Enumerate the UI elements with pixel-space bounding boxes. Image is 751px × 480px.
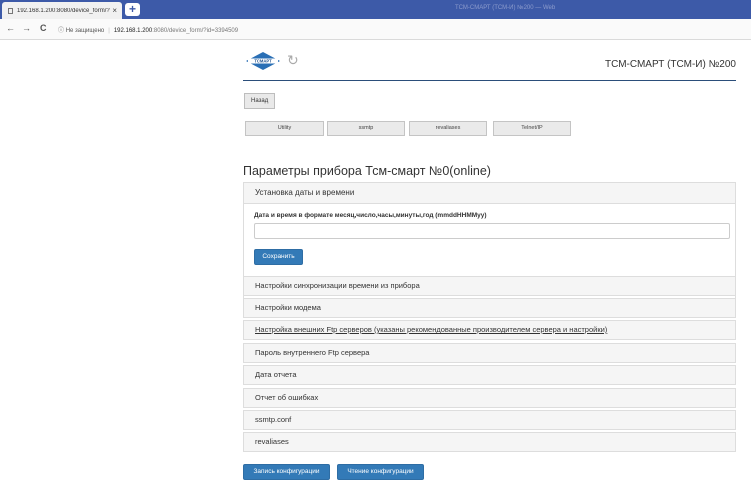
- utility-button[interactable]: Utility: [245, 121, 324, 136]
- section-ftp-password[interactable]: Пароль внутреннего Ftp сервера: [243, 343, 736, 363]
- logo-text: ТСМАРТ: [254, 59, 272, 64]
- revaliases-button[interactable]: revaliases: [409, 121, 487, 136]
- info-icon[interactable]: ⓘ: [58, 28, 64, 34]
- section-time-sync[interactable]: Настройки синхронизации времени из прибо…: [243, 276, 736, 296]
- write-config-button[interactable]: Запись конфигурации: [243, 464, 330, 480]
- reload-icon[interactable]: C: [40, 23, 47, 33]
- section-report-date[interactable]: Дата отчета: [243, 365, 736, 385]
- browser-tab[interactable]: 192.168.1.200:8080/device_form/? ×: [2, 2, 122, 19]
- url-field[interactable]: ⓘ Не защищено | 192.168.1.200:8080/device_…: [58, 25, 238, 34]
- window-title: ТСМ-СМАРТ (ТСМ-И) №200 — Web: [455, 5, 556, 11]
- close-icon[interactable]: ×: [112, 6, 117, 15]
- read-config-button[interactable]: Чтение конфигурации: [337, 464, 424, 480]
- date-time-label: Дата и время в формате месяц,число,часы,…: [254, 212, 487, 219]
- tsmart-logo: ТСМАРТ: [246, 52, 280, 70]
- url-host: 192.168.1.200: [113, 28, 153, 34]
- save-button[interactable]: Сохранить: [254, 249, 303, 265]
- section-modem[interactable]: Настройки модема: [243, 298, 736, 318]
- section-error-report[interactable]: Отчет об ошибках: [243, 388, 736, 408]
- section-ssmtp-conf[interactable]: ssmtp.conf: [243, 410, 736, 430]
- browser-tab-bar: 192.168.1.200:8080/device_form/? × + ТСМ…: [0, 0, 751, 19]
- security-label: Не защищено: [65, 28, 105, 34]
- header-divider: [243, 80, 736, 81]
- back-button[interactable]: Назад: [244, 93, 276, 109]
- tab-title: 192.168.1.200:8080/device_form/?: [17, 7, 110, 14]
- telnet-ip-button[interactable]: Telnet/IP: [493, 121, 571, 136]
- date-time-panel-header[interactable]: Установка даты и времени: [244, 183, 735, 204]
- section-ftp-servers[interactable]: Настройка внешних Ftp серверов (указаны …: [243, 320, 736, 340]
- section-revaliases[interactable]: revaliases: [243, 432, 736, 452]
- brand-title: ТСМ-СМАРТ (ТСМ-И) №200: [604, 59, 736, 70]
- back-arrow-icon[interactable]: ←: [6, 23, 15, 33]
- page-icon: [8, 7, 13, 14]
- forward-arrow-icon[interactable]: →: [22, 23, 31, 33]
- date-time-input[interactable]: [254, 223, 730, 239]
- url-path: :8080/device_form/?id=3394509: [152, 28, 239, 34]
- address-bar: ← → C ⓘ Не защищено | 192.168.1.200:8080/d…: [0, 19, 751, 40]
- refresh-icon[interactable]: ↻: [287, 52, 299, 69]
- new-tab-button[interactable]: +: [125, 3, 140, 16]
- ssmtp-button[interactable]: ssmtp: [327, 121, 405, 136]
- page-title: Параметры прибора Тсм-смарт №0(online): [243, 164, 491, 178]
